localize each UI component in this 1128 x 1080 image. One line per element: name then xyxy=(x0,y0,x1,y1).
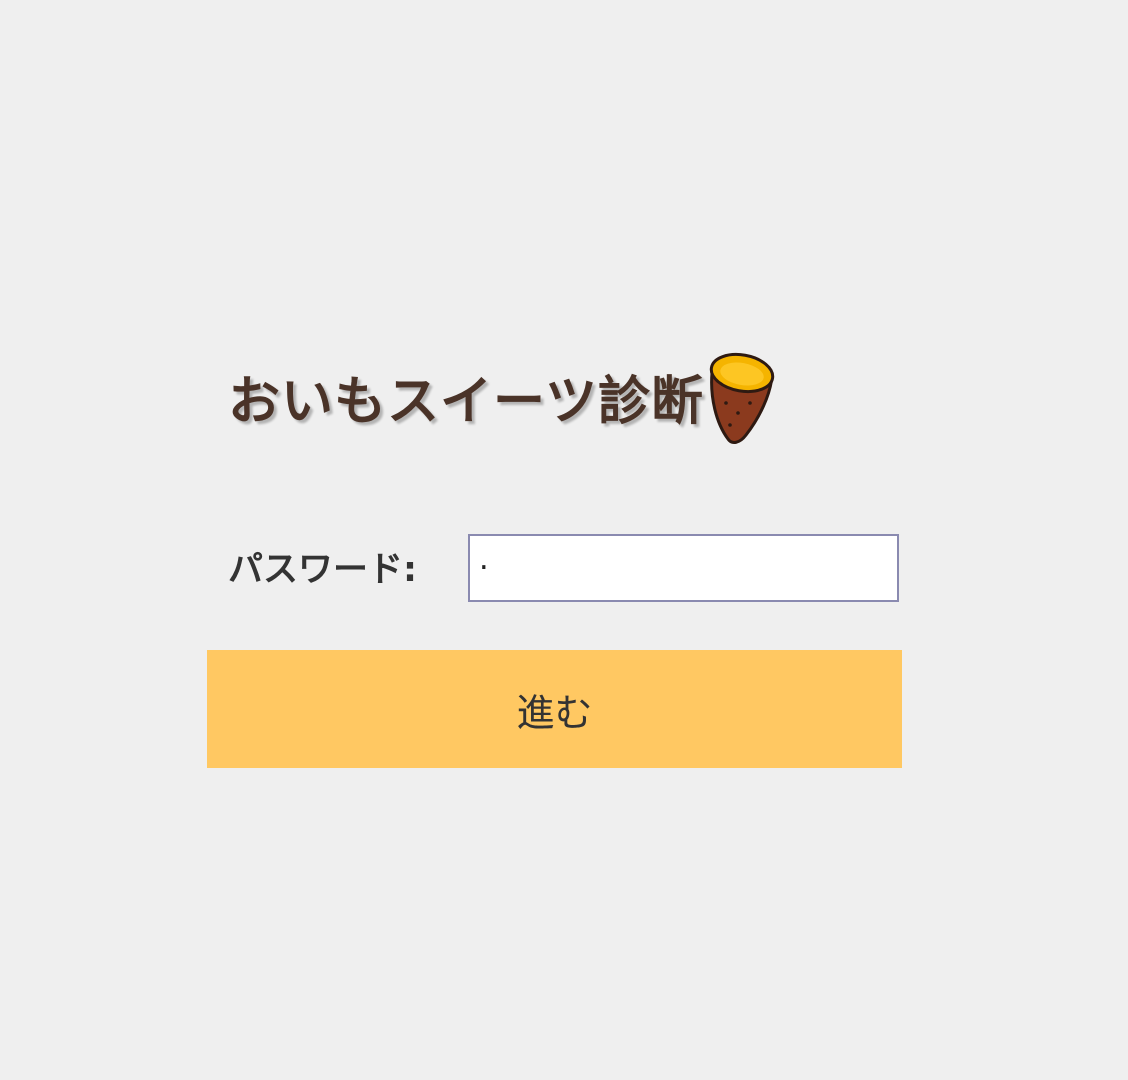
page-title-block: おいもスイーツ診断 xyxy=(228,352,776,452)
password-input[interactable] xyxy=(468,534,899,602)
sweet-potato-icon xyxy=(709,352,775,444)
password-label: パスワード: xyxy=(228,550,417,590)
submit-button[interactable]: 進む xyxy=(207,650,902,768)
page-title: おいもスイーツ診断 xyxy=(228,372,704,432)
